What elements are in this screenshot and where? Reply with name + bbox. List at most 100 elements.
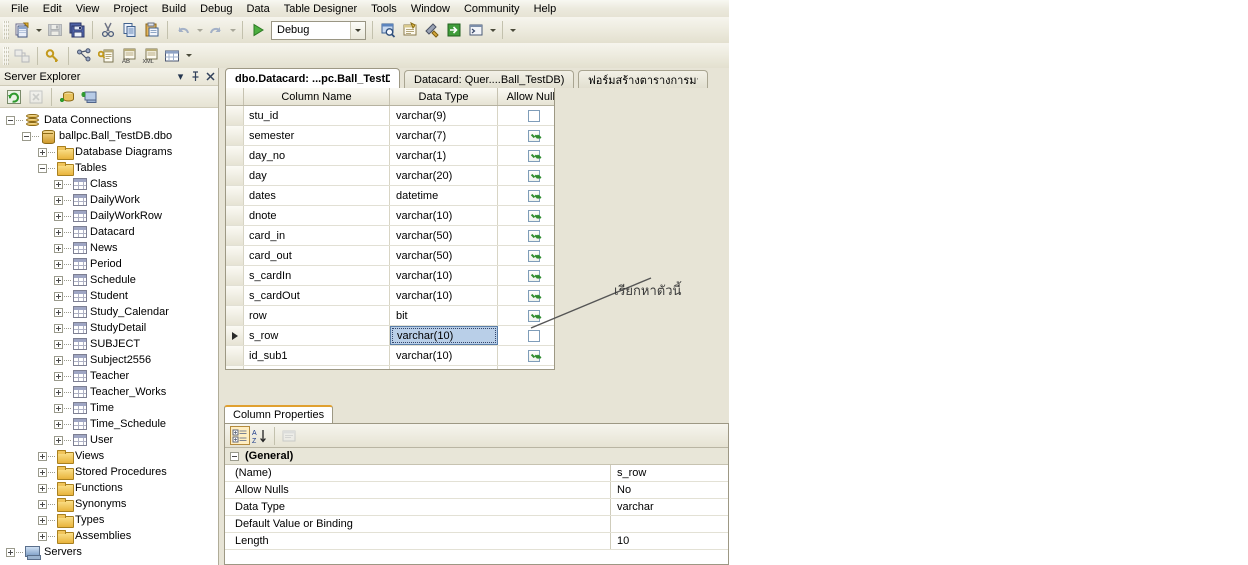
cell-column-name[interactable]: s_cardIn — [244, 266, 390, 285]
cell-allow-nulls[interactable] — [498, 186, 555, 205]
tree-node-class[interactable]: Class — [0, 176, 218, 192]
expand-icon[interactable] — [54, 228, 63, 237]
property-pages-icon[interactable] — [279, 426, 299, 445]
cell-column-name[interactable]: dates — [244, 186, 390, 205]
row-selector[interactable] — [226, 206, 244, 225]
solution-configuration-combo[interactable]: Debug — [271, 21, 366, 40]
expand-icon[interactable] — [54, 388, 63, 397]
command-window-dropdown-icon[interactable] — [487, 19, 498, 41]
cell-allow-nulls[interactable] — [498, 146, 555, 165]
toolbar-grip[interactable] — [3, 21, 9, 39]
row-selector[interactable] — [226, 286, 244, 305]
tree-node-subject2556[interactable]: Subject2556 — [0, 352, 218, 368]
redo-icon[interactable] — [205, 19, 227, 41]
tree-node-stored-procedures[interactable]: Stored Procedures — [0, 464, 218, 480]
cell-allow-nulls[interactable] — [498, 246, 555, 265]
row-selector[interactable] — [226, 326, 244, 345]
tree-node-schedule[interactable]: Schedule — [0, 272, 218, 288]
tree-node-subject[interactable]: SUBJECT — [0, 336, 218, 352]
tree-node-time-schedule[interactable]: Time_Schedule — [0, 416, 218, 432]
tree-node-ballpc-ball-testdb-dbo[interactable]: ballpc.Ball_TestDB.dbo — [0, 128, 218, 144]
tree-node-data-connections[interactable]: Data Connections — [0, 112, 218, 128]
manage-fulltext-index-icon[interactable] — [161, 45, 183, 67]
allow-nulls-checkbox[interactable] — [528, 370, 540, 371]
row-selector[interactable] — [226, 246, 244, 265]
allow-nulls-checkbox[interactable] — [528, 110, 540, 122]
table-row[interactable]: card_outvarchar(50) — [226, 246, 554, 266]
row-selector[interactable] — [226, 366, 244, 370]
expand-icon[interactable] — [38, 500, 47, 509]
cell-allow-nulls[interactable] — [498, 206, 555, 225]
expand-icon[interactable] — [38, 452, 47, 461]
table-row[interactable]: s_rowvarchar(10) — [226, 326, 554, 346]
tree-node-study-calendar[interactable]: Study_Calendar — [0, 304, 218, 320]
tree-node-views[interactable]: Views — [0, 448, 218, 464]
tree-node-tables[interactable]: Tables — [0, 160, 218, 176]
expand-icon[interactable] — [54, 356, 63, 365]
column-header-data-type[interactable]: Data Type — [390, 88, 498, 105]
collapse-icon[interactable] — [38, 164, 47, 173]
manage-relationships-icon[interactable] — [73, 45, 95, 67]
property-value[interactable]: No — [611, 482, 728, 498]
expand-icon[interactable] — [54, 324, 63, 333]
allow-nulls-checkbox[interactable] — [528, 250, 540, 262]
table-row[interactable]: stu_idvarchar(9) — [226, 106, 554, 126]
cell-data-type[interactable]: varchar(10) — [390, 346, 498, 365]
tree-node-dailyworkrow[interactable]: DailyWorkRow — [0, 208, 218, 224]
row-selector[interactable] — [226, 166, 244, 185]
paste-icon[interactable] — [141, 19, 163, 41]
allow-nulls-checkbox[interactable] — [528, 190, 540, 202]
properties-window-icon[interactable] — [399, 19, 421, 41]
collapse-icon[interactable] — [230, 452, 239, 461]
expand-icon[interactable] — [38, 468, 47, 477]
cell-data-type[interactable]: varchar(20) — [390, 166, 498, 185]
tree-node-period[interactable]: Period — [0, 256, 218, 272]
row-selector[interactable] — [226, 266, 244, 285]
cell-allow-nulls[interactable] — [498, 106, 555, 125]
expand-icon[interactable] — [38, 148, 47, 157]
cell-column-name[interactable]: semester — [244, 126, 390, 145]
chevron-down-icon[interactable] — [350, 22, 365, 39]
table-row[interactable]: card_invarchar(50) — [226, 226, 554, 246]
document-tab-2[interactable]: Datacard: Quer....Ball_TestDB)* — [404, 70, 574, 88]
expand-icon[interactable] — [54, 244, 63, 253]
expand-icon[interactable] — [54, 436, 63, 445]
expand-icon[interactable] — [54, 276, 63, 285]
allow-nulls-checkbox[interactable] — [528, 350, 540, 362]
toolbar-grip[interactable] — [3, 47, 9, 65]
property-row[interactable]: Default Value or Binding — [225, 516, 728, 533]
table-row[interactable]: dnotevarchar(10) — [226, 206, 554, 226]
new-project-dropdown-icon[interactable] — [33, 19, 44, 41]
navigate-icon[interactable] — [443, 19, 465, 41]
property-row[interactable]: (Name)s_row — [225, 465, 728, 482]
document-tab-1[interactable]: dbo.Datacard: ...pc.Ball_TestDB) — [225, 68, 400, 88]
collapse-icon[interactable] — [6, 116, 15, 125]
row-selector[interactable] — [226, 106, 244, 125]
tree-node-servers[interactable]: Servers — [0, 544, 218, 560]
relationships-icon[interactable] — [11, 45, 33, 67]
cell-column-name[interactable]: day — [244, 166, 390, 185]
expand-icon[interactable] — [54, 196, 63, 205]
connect-to-database-icon[interactable] — [56, 86, 78, 108]
cell-data-type[interactable]: varchar(50) — [390, 246, 498, 265]
cell-column-name[interactable]: card_out — [244, 246, 390, 265]
menu-item-build[interactable]: Build — [155, 1, 193, 17]
cell-allow-nulls[interactable] — [498, 366, 555, 370]
menu-item-table-designer[interactable]: Table Designer — [277, 1, 364, 17]
tree-node-studydetail[interactable]: StudyDetail — [0, 320, 218, 336]
stop-refresh-icon[interactable] — [25, 86, 47, 108]
menu-item-tools[interactable]: Tools — [364, 1, 404, 17]
property-value[interactable]: 10 — [611, 533, 728, 549]
tree-node-database-diagrams[interactable]: Database Diagrams — [0, 144, 218, 160]
expand-icon[interactable] — [54, 308, 63, 317]
cell-column-name[interactable]: s_cardOut — [244, 286, 390, 305]
row-selector[interactable] — [226, 146, 244, 165]
expand-icon[interactable] — [54, 404, 63, 413]
expand-icon[interactable] — [6, 548, 15, 557]
start-debug-icon[interactable] — [247, 19, 269, 41]
cell-column-name[interactable]: card_in — [244, 226, 390, 245]
expand-icon[interactable] — [38, 516, 47, 525]
toolbar-overflow-icon[interactable] — [183, 45, 194, 67]
collapse-icon[interactable] — [22, 132, 31, 141]
property-value[interactable]: s_row — [611, 465, 728, 481]
